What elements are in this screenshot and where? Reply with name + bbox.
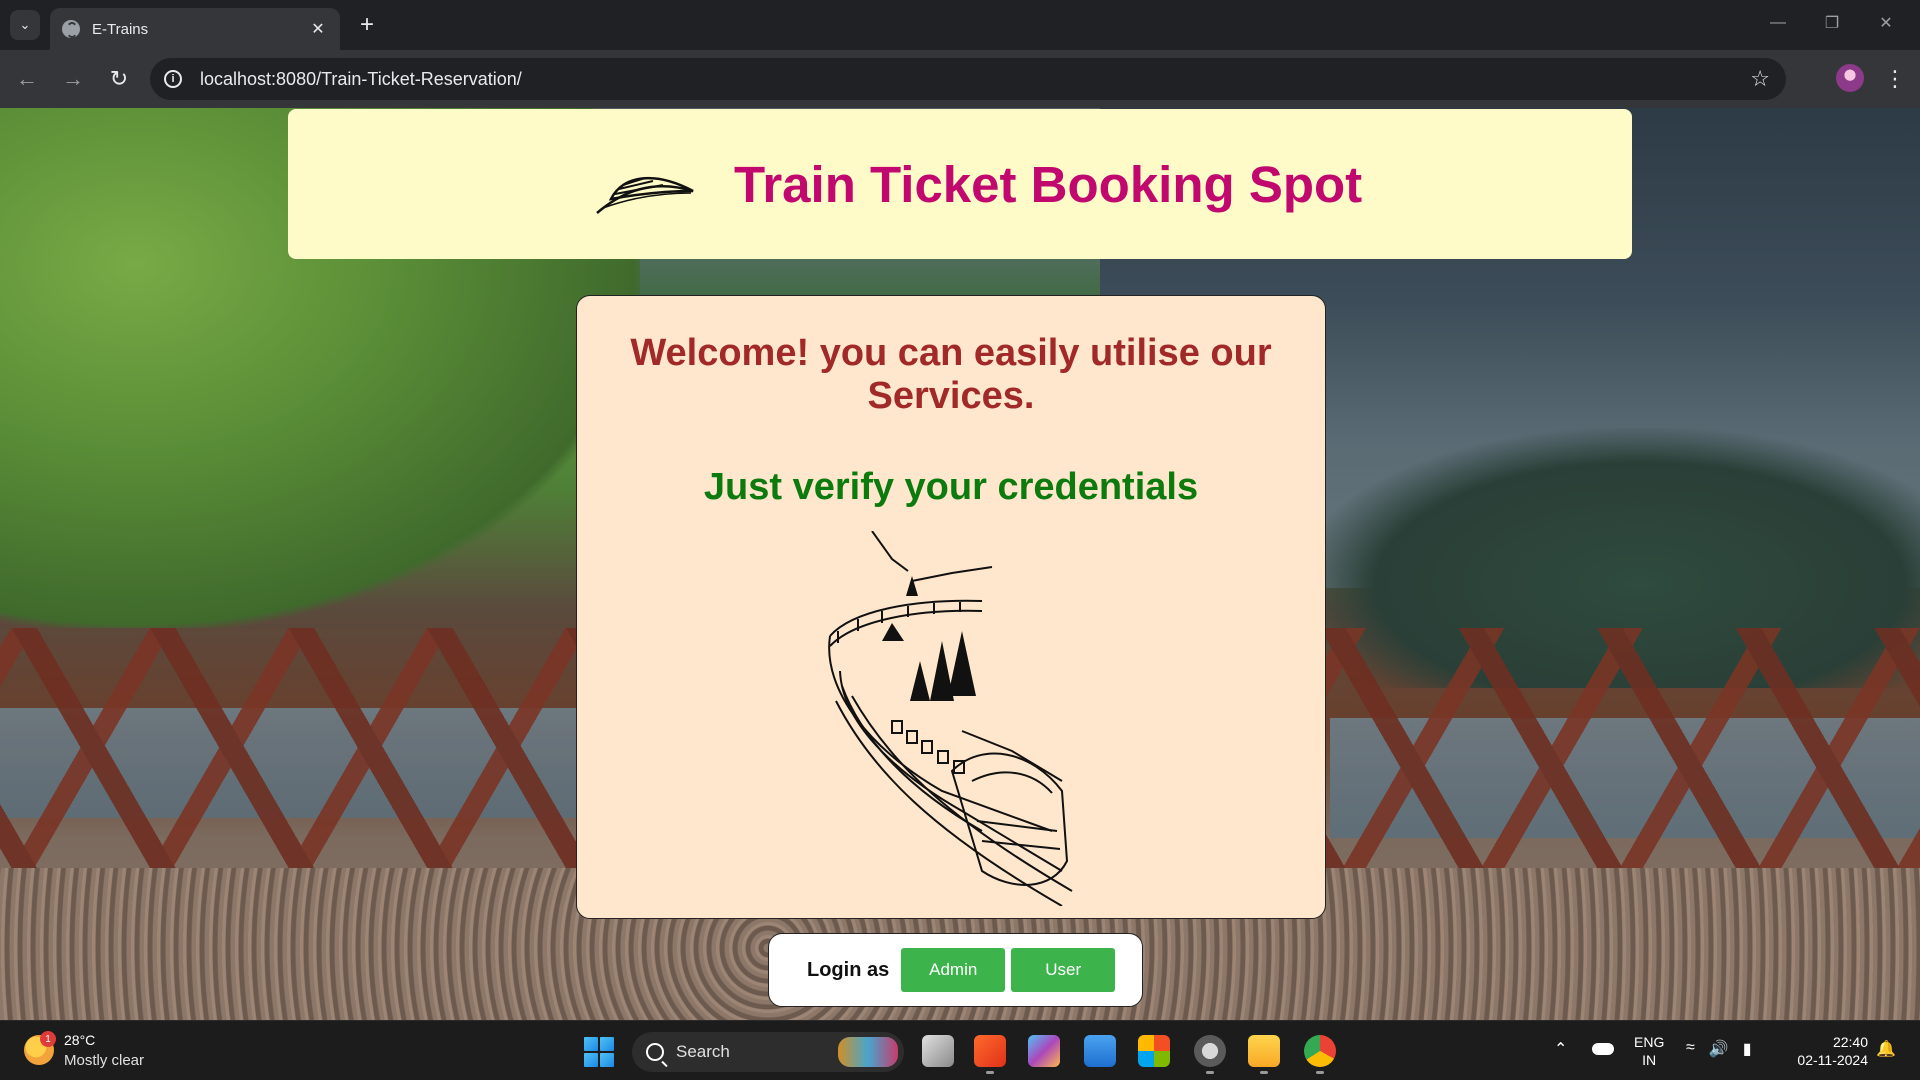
address-bar[interactable]: i localhost:8080/Train-Ticket-Reservatio… xyxy=(150,58,1786,100)
running-indicator xyxy=(1206,1071,1214,1074)
clock-date: 02-11-2024 xyxy=(1797,1052,1868,1068)
url-text[interactable]: localhost:8080/Train-Ticket-Reservation/ xyxy=(200,69,522,90)
close-icon[interactable]: ✕ xyxy=(308,19,328,39)
brave-browser-icon[interactable] xyxy=(974,1035,1006,1067)
running-indicator xyxy=(986,1071,994,1074)
window-close-icon[interactable]: ✕ xyxy=(1864,8,1908,38)
settings-gear-icon[interactable] xyxy=(1194,1035,1226,1067)
file-explorer-icon[interactable] xyxy=(1248,1035,1280,1067)
browser-tabstrip: ⌄ E-Trains ✕ + — ❐ ✕ xyxy=(0,0,1920,50)
weather-badge: 1 xyxy=(40,1031,56,1047)
search-highlight-icon xyxy=(838,1037,898,1067)
welcome-panel: Welcome! you can easily utilise our Serv… xyxy=(576,295,1326,919)
notepad-icon[interactable] xyxy=(1084,1035,1116,1067)
clock[interactable]: 22:40 02-11-2024 xyxy=(1778,1033,1868,1069)
minimize-icon[interactable]: — xyxy=(1756,8,1800,38)
wifi-icon[interactable]: ≈ xyxy=(1686,1039,1695,1059)
windows-taskbar: 1 28°C Mostly clear Search ⌃ ENG IN ≈ 🔊 … xyxy=(0,1020,1920,1080)
admin-login-button[interactable]: Admin xyxy=(901,948,1006,992)
notification-bell-icon[interactable]: 🔔 xyxy=(1876,1039,1896,1059)
globe-icon xyxy=(62,20,80,38)
star-icon[interactable]: ☆ xyxy=(1750,66,1770,92)
search-label: Search xyxy=(676,1042,730,1061)
onedrive-cloud-icon[interactable] xyxy=(1592,1043,1614,1055)
arrow-left-icon[interactable]: ← xyxy=(12,64,42,94)
volume-icon[interactable]: 🔊 xyxy=(1709,1039,1729,1059)
welcome-text: Welcome! you can easily utilise our Serv… xyxy=(630,332,1272,417)
chevron-up-icon[interactable]: ⌃ xyxy=(1554,1039,1567,1059)
tab-title: E-Trains xyxy=(92,20,149,38)
weather-temp[interactable]: 28°C xyxy=(64,1032,95,1048)
arrow-right-icon[interactable]: → xyxy=(58,64,88,94)
copilot-icon[interactable] xyxy=(1028,1035,1060,1067)
verify-text: Just verify your credentials xyxy=(703,466,1199,508)
profile-avatar[interactable] xyxy=(1836,64,1864,92)
chevron-down-icon[interactable]: ⌄ xyxy=(10,10,40,40)
language-code: ENG xyxy=(1634,1034,1665,1050)
login-label: Login as xyxy=(807,958,890,981)
search-icon xyxy=(646,1043,664,1061)
user-login-button[interactable]: User xyxy=(1011,948,1116,992)
login-panel: Login as Admin User xyxy=(768,933,1143,1007)
page-viewport: Train Ticket Booking Spot Welcome! you c… xyxy=(0,108,1920,1020)
microsoft-store-icon[interactable] xyxy=(1138,1035,1170,1067)
site-header: Train Ticket Booking Spot xyxy=(288,109,1632,259)
chrome-icon[interactable] xyxy=(1304,1035,1336,1067)
info-icon[interactable]: i xyxy=(164,70,182,88)
region-code: IN xyxy=(1642,1052,1657,1068)
plus-icon[interactable]: + xyxy=(352,10,382,40)
running-indicator xyxy=(1316,1071,1324,1074)
clock-time: 22:40 xyxy=(1832,1034,1868,1050)
restore-icon[interactable]: ❐ xyxy=(1810,8,1854,38)
task-view-icon[interactable] xyxy=(922,1035,954,1067)
browser-toolbar: ← → ↻ i localhost:8080/Train-Ticket-Rese… xyxy=(0,50,1920,108)
kebab-icon[interactable]: ⋮ xyxy=(1880,64,1910,94)
windows-start-icon[interactable] xyxy=(584,1037,614,1067)
running-indicator xyxy=(1260,1071,1268,1074)
language-indicator[interactable]: ENG IN xyxy=(1634,1033,1664,1069)
system-tray-icons[interactable]: ≈ 🔊 ▮ xyxy=(1686,1039,1752,1059)
weather-desc[interactable]: Mostly clear xyxy=(64,1052,144,1069)
battery-icon[interactable]: ▮ xyxy=(1743,1039,1752,1059)
reload-icon[interactable]: ↻ xyxy=(104,64,134,94)
train-logo-icon xyxy=(596,176,694,214)
site-title: Train Ticket Booking Spot xyxy=(734,156,1363,213)
browser-tab[interactable]: E-Trains ✕ xyxy=(50,8,340,50)
train-illustration xyxy=(828,531,1073,906)
taskbar-search[interactable]: Search xyxy=(632,1032,904,1072)
